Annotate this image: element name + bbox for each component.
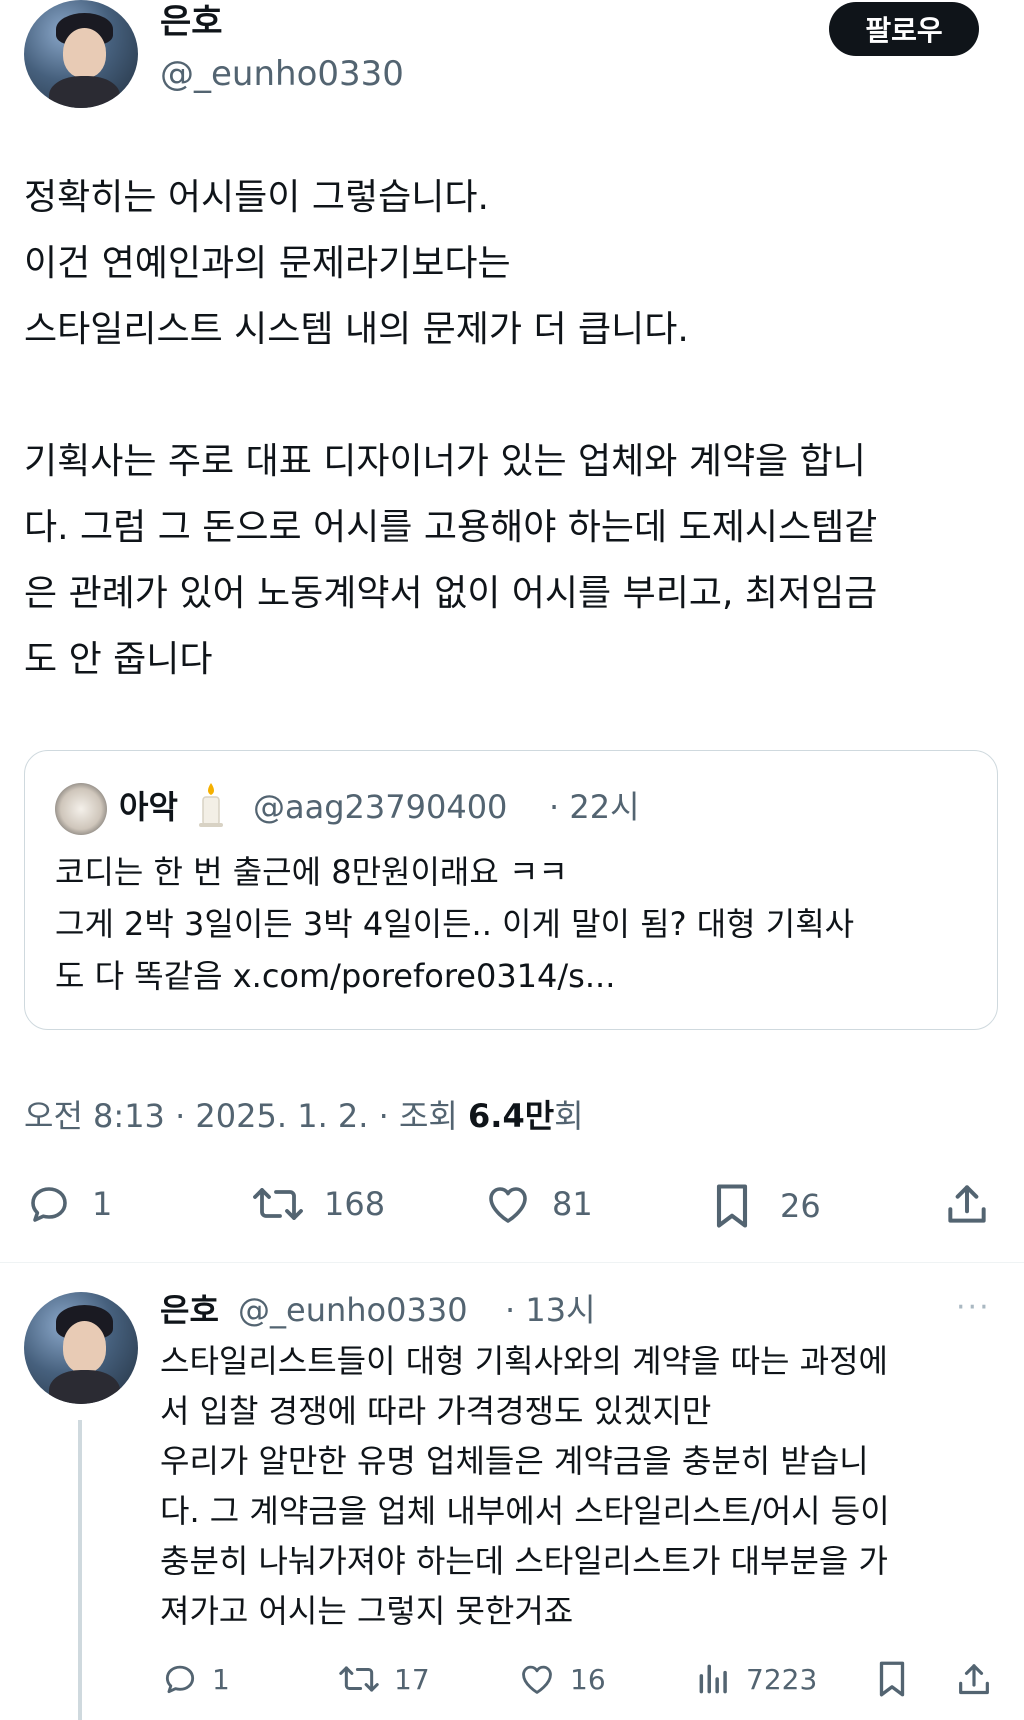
quote-author-avatar[interactable] — [55, 783, 107, 835]
reply-views-action[interactable]: 7223 — [694, 1660, 817, 1698]
follow-button[interactable]: 팔로우 — [829, 2, 979, 56]
bookmark-count: 26 — [780, 1187, 821, 1225]
post-text-line: 정확히는 어시들이 그렇습니다. — [24, 177, 489, 218]
reply-like-action[interactable]: 16 — [516, 1660, 606, 1698]
author-handle[interactable]: @_eunho0330 — [160, 52, 404, 96]
quote-author-handle[interactable]: @aag23790400 — [253, 785, 507, 829]
like-icon — [516, 1660, 558, 1698]
reply-text-line: 서 입찰 경쟁에 따라 가격경쟁도 있겠지만 — [160, 1392, 712, 1430]
share-icon[interactable] — [942, 1180, 992, 1230]
reply-text-line: 우리가 알만한 유명 업체들은 계약금을 충분히 받습니 — [160, 1442, 869, 1480]
quote-text-line: 도 다 똑같음 x.com/porefore0314/s... — [55, 957, 616, 995]
share-icon[interactable] — [954, 1660, 994, 1700]
reply-views-count: 7223 — [746, 1662, 818, 1696]
repost-count: 168 — [324, 1185, 386, 1223]
quote-text: 코디는 한 번 출근에 8만원이래요 ㅋㅋ 그게 2박 3일이든 3박 4일이든… — [55, 846, 975, 1002]
post-views-suffix: 회 — [554, 1097, 584, 1135]
reply-author-handle[interactable]: @_eunho0330 — [238, 1288, 468, 1332]
repost-action[interactable]: 168 — [250, 1180, 385, 1228]
post-timestamp[interactable]: 오전 8:13 · 2025. 1. 2. · 조회 — [24, 1097, 468, 1135]
candle-icon — [193, 781, 229, 829]
author-name[interactable]: 은호 — [160, 0, 223, 44]
bookmark-icon — [710, 1180, 754, 1232]
reply-count: 1 — [92, 1185, 113, 1223]
reply-author-avatar[interactable] — [24, 1292, 138, 1404]
reply-author-name[interactable]: 은호 — [160, 1288, 219, 1332]
reply-text-line: 충분히 나눠가져야 하는데 스타일리스트가 대부분을 가 — [160, 1542, 888, 1580]
like-action[interactable]: 81 — [482, 1180, 593, 1228]
thread-divider — [0, 1262, 1024, 1263]
post-text: 정확히는 어시들이 그렇습니다. 이건 연예인과의 문제라기보다는 스타일리스트… — [24, 165, 1004, 693]
reply-text-line: 다. 그 계약금을 업체 내부에서 스타일리스트/어시 등이 — [160, 1492, 890, 1530]
like-icon — [482, 1180, 534, 1228]
quote-text-line: 그게 2박 3일이든 3박 4일이든.. 이게 말이 됨? 대형 기획사 — [55, 905, 855, 943]
reply-text-line: 져가고 어시는 그렇지 못한거죠 — [160, 1592, 574, 1630]
reply-reply-count: 1 — [212, 1662, 230, 1696]
reply-icon — [160, 1660, 200, 1698]
quote-time[interactable]: · 22시 — [549, 785, 640, 829]
reply-like-count: 16 — [570, 1662, 606, 1696]
reply-text: 스타일리스트들이 대형 기획사와의 계약을 따는 과정에 서 입찰 경쟁에 따라… — [160, 1336, 1000, 1636]
repost-icon — [250, 1180, 306, 1228]
reply-icon — [24, 1180, 74, 1228]
quote-text-line: 코디는 한 번 출근에 8만원이래요 ㅋㅋ — [55, 853, 568, 891]
reply-action[interactable]: 1 — [24, 1180, 112, 1228]
repost-icon — [336, 1660, 382, 1698]
bookmark-icon[interactable] — [874, 1658, 910, 1700]
post-views-count: 6.4만 — [468, 1097, 555, 1135]
post-text-line: 도 안 줍니다 — [24, 639, 213, 680]
reply-repost-count: 17 — [394, 1662, 430, 1696]
bookmark-action[interactable]: 26 — [710, 1180, 821, 1232]
post-meta: 오전 8:13 · 2025. 1. 2. · 조회 6.4만회 — [24, 1094, 584, 1138]
quote-author-name[interactable]: 아악 — [119, 785, 178, 829]
post-text-line: 이건 연예인과의 문제라기보다는 — [24, 243, 511, 284]
author-avatar[interactable] — [24, 0, 138, 108]
views-icon — [694, 1660, 734, 1698]
reply-reply-action[interactable]: 1 — [160, 1660, 230, 1698]
reply-text-line: 스타일리스트들이 대형 기획사와의 계약을 따는 과정에 — [160, 1342, 888, 1380]
more-icon[interactable]: ··· — [956, 1288, 991, 1328]
post-text-line — [24, 363, 1004, 429]
reply-time[interactable]: · 13시 — [505, 1288, 596, 1332]
post-text-line: 다. 그럼 그 돈으로 어시를 고용해야 하는데 도제시스템같 — [24, 507, 878, 548]
quoted-post[interactable]: 아악 @aag23790400 · 22시 코디는 한 번 출근에 8만원이래요… — [24, 750, 998, 1030]
like-count: 81 — [552, 1185, 593, 1223]
post-text-line: 은 관례가 있어 노동계약서 없이 어시를 부리고, 최저임금 — [24, 573, 878, 614]
reply-thread-line — [78, 1420, 82, 1720]
reply-repost-action[interactable]: 17 — [336, 1660, 430, 1698]
post-text-line: 기획사는 주로 대표 디자이너가 있는 업체와 계약을 합니 — [24, 441, 866, 482]
post-text-line: 스타일리스트 시스템 내의 문제가 더 큽니다. — [24, 309, 689, 350]
